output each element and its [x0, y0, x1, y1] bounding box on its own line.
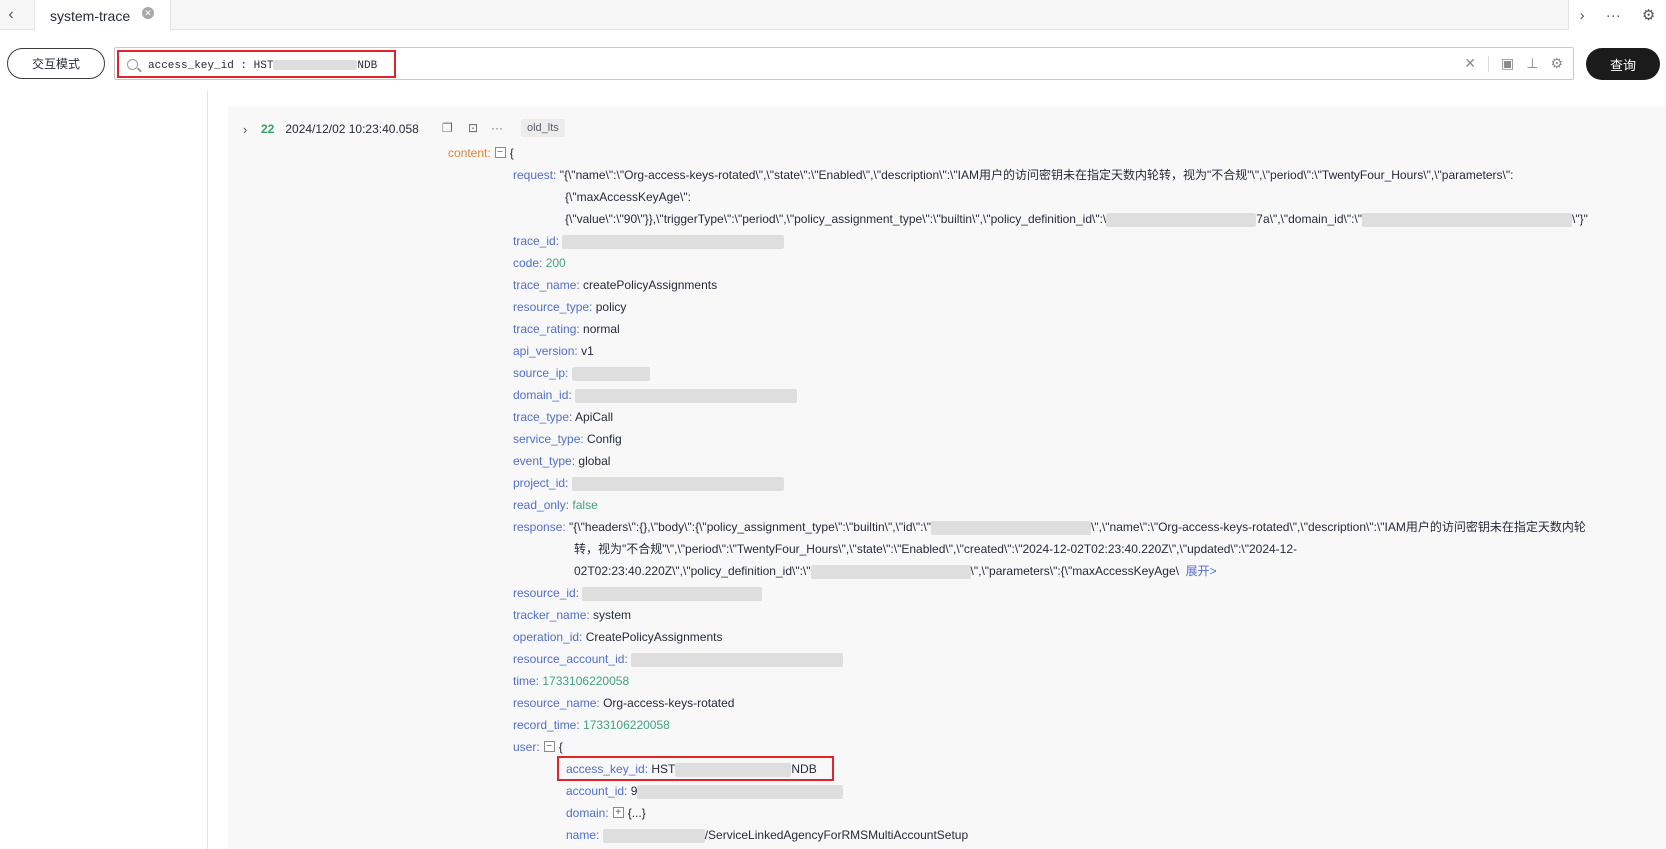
- domain-row: domain: + {...}: [566, 806, 646, 820]
- sidebar: [0, 91, 208, 849]
- redacted-value: [571, 476, 784, 491]
- close-icon[interactable]: ✕: [142, 7, 154, 19]
- account-id-row: account_id: 9: [566, 783, 844, 799]
- redacted-value: [602, 828, 705, 843]
- redacted-value: [571, 366, 650, 381]
- event-type-row: event_type: global: [513, 454, 611, 468]
- settings-icon[interactable]: ⚙: [1642, 6, 1655, 24]
- response-row-cont: 转，视为"不合规"\",\"period\":\"TwentyFour_Hour…: [574, 542, 1298, 556]
- project-id-row: project_id:: [513, 475, 784, 491]
- interactive-mode-button[interactable]: 交互模式: [7, 48, 105, 79]
- redacted-value: [810, 564, 971, 579]
- expand-link[interactable]: 展开>: [1186, 564, 1217, 578]
- trace-id-row: trace_id:: [513, 233, 785, 249]
- redacted-value: [273, 60, 358, 71]
- record-header: › 22 2024/12/02 10:23:40.058: [243, 121, 419, 137]
- resource-account-id-row: resource_account_id:: [513, 651, 844, 667]
- redacted-value: [1362, 212, 1573, 227]
- record-index: 22: [261, 122, 275, 136]
- log-source-tag: old_lts: [521, 119, 565, 137]
- search-input[interactable]: access_key_id : HST NDB ✕ ▣ ⊥ ⚙: [114, 47, 1574, 80]
- trace-rating-row: trace_rating: normal: [513, 322, 620, 336]
- log-record: › 22 2024/12/02 10:23:40.058 ❐ ⊡ ··· old…: [228, 106, 1666, 849]
- divider: [1488, 55, 1489, 72]
- search-tools: ✕ ▣ ⊥ ⚙: [1464, 48, 1563, 79]
- request-row-cont: {\"maxAccessKeyAge\":: [565, 190, 691, 204]
- redacted-value: [675, 762, 792, 777]
- time-row: time: 1733106220058: [513, 674, 630, 688]
- record-timestamp: 2024/12/02 10:23:40.058: [285, 122, 419, 136]
- record-time-row: record_time: 1733106220058: [513, 718, 670, 732]
- query-button[interactable]: 查询: [1586, 48, 1660, 80]
- scroll-left-button[interactable]: ‹: [0, 0, 22, 30]
- context-icon[interactable]: ⊡: [468, 121, 478, 135]
- field-key: content:: [448, 146, 491, 160]
- collapse-icon[interactable]: −: [494, 147, 506, 159]
- access-key-id-row: access_key_id: HST NDB: [566, 762, 817, 777]
- save-icon[interactable]: ▣: [1501, 55, 1514, 72]
- tab-title: system-trace: [50, 7, 131, 24]
- resource-id-row: resource_id:: [513, 585, 763, 601]
- read-only-row: read_only: false: [513, 498, 598, 512]
- request-row: request: "{\"name\":\"Org-access-keys-ro…: [513, 168, 1514, 182]
- trace-type-row: trace_type: ApiCall: [513, 410, 614, 424]
- code-row: code: 200: [513, 256, 566, 270]
- service-type-row: service_type: Config: [513, 432, 622, 446]
- redacted-value: [575, 388, 798, 403]
- name-row: name: /ServiceLinkedAgencyForRMSMultiAcc…: [566, 828, 969, 843]
- pin-icon[interactable]: ⊥: [1526, 55, 1538, 72]
- trace-name-row: trace_name: createPolicyAssignments: [513, 278, 718, 292]
- source-ip-row: source_ip:: [513, 365, 650, 381]
- expand-chevron-icon[interactable]: ›: [243, 122, 257, 137]
- response-row: response: "{\"headers\":{},\"body\":{\"p…: [513, 520, 1586, 535]
- redacted-value: [631, 652, 844, 667]
- tab-bar-actions: › ··· ⚙: [1568, 0, 1666, 30]
- content-row: content: −{: [448, 146, 514, 160]
- operation-id-row: operation_id: CreatePolicyAssignments: [513, 630, 723, 644]
- redacted-value: [562, 234, 785, 249]
- api-version-row: api_version: v1: [513, 344, 594, 358]
- search-highlight-box: access_key_id : HST NDB: [117, 50, 396, 78]
- redacted-value: [582, 586, 763, 601]
- resource-type-row: resource_type: policy: [513, 300, 627, 314]
- redacted-value: [637, 784, 844, 799]
- search-icon: [127, 59, 138, 70]
- gear-icon[interactable]: ⚙: [1550, 55, 1563, 72]
- redacted-value: [1106, 212, 1257, 227]
- copy-icon[interactable]: ❐: [442, 121, 453, 135]
- resource-name-row: resource_name: Org-access-keys-rotated: [513, 696, 735, 710]
- expand-icon[interactable]: +: [612, 807, 624, 819]
- clear-icon[interactable]: ✕: [1464, 55, 1476, 72]
- redacted-value: [931, 520, 1092, 535]
- domain-id-row: domain_id:: [513, 387, 798, 403]
- more-icon[interactable]: ···: [1606, 7, 1621, 24]
- tab-system-trace[interactable]: system-trace ✕: [34, 0, 171, 31]
- tab-bar: ‹ system-trace ✕ › ··· ⚙: [0, 0, 1666, 31]
- user-row: user: −{: [513, 740, 563, 754]
- search-query-text: access_key_id : HST NDB: [148, 60, 378, 72]
- chevron-left-icon: ‹: [8, 6, 14, 23]
- response-row-cont: 02T02:23:40.220Z\",\"policy_definition_i…: [574, 564, 1217, 579]
- tracker-name-row: tracker_name: system: [513, 608, 632, 622]
- chevron-right-icon[interactable]: ›: [1580, 7, 1585, 24]
- collapse-icon[interactable]: −: [543, 741, 555, 753]
- more-icon[interactable]: ···: [491, 121, 503, 135]
- request-row-cont: {\"value\":\"90\"}},\"triggerType\":\"pe…: [565, 212, 1588, 227]
